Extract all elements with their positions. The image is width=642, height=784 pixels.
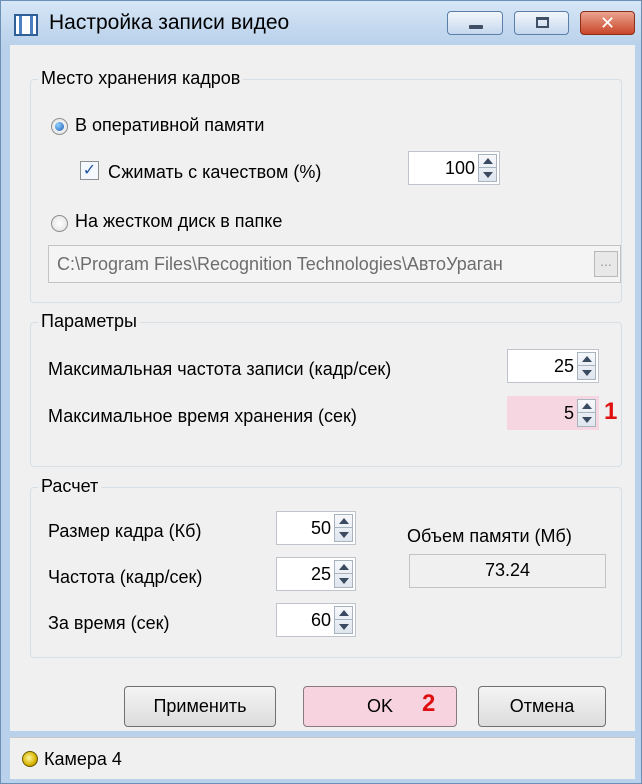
params-group: Параметры xyxy=(30,311,622,467)
browse-folder-button[interactable]: ... xyxy=(594,251,618,277)
camera-status-icon xyxy=(22,751,38,767)
title-bar[interactable]: Настройка записи видео ✕ xyxy=(1,1,641,45)
time-label: За время (сек) xyxy=(48,613,170,633)
spin-arrows-icon[interactable] xyxy=(334,606,353,634)
folder-path-value: C:\Program Files\Recognition Technologie… xyxy=(57,254,503,274)
storage-legend: Место хранения кадров xyxy=(38,68,244,89)
frame-size-value[interactable]: 50 xyxy=(311,518,331,539)
maximize-icon xyxy=(536,17,549,28)
compress-quality-value[interactable]: 100 xyxy=(445,158,475,179)
ram-radio[interactable] xyxy=(51,118,68,135)
memory-value: 73.24 xyxy=(409,554,606,588)
max-time-spinner[interactable]: 5 xyxy=(507,396,599,430)
time-value[interactable]: 60 xyxy=(311,610,331,631)
compress-label[interactable]: Сжимать с качеством (%) xyxy=(108,162,321,183)
close-icon: ✕ xyxy=(599,13,616,33)
minimize-icon xyxy=(469,25,483,29)
window-title: Настройка записи видео xyxy=(49,11,290,34)
settings-window: Настройка записи видео ✕ Место хранения … xyxy=(0,0,642,784)
compress-quality-spinner[interactable]: 100 xyxy=(408,151,500,185)
app-icon xyxy=(14,14,38,36)
spin-arrows-icon[interactable] xyxy=(577,399,596,427)
memory-label: Объем памяти (Мб) xyxy=(407,526,572,546)
frame-size-spinner[interactable]: 50 xyxy=(276,511,356,545)
time-spinner[interactable]: 60 xyxy=(276,603,356,637)
disk-label[interactable]: На жестком диск в папке xyxy=(75,211,282,232)
rate-label: Частота (кадр/сек) xyxy=(48,567,203,587)
spin-arrows-icon[interactable] xyxy=(577,352,596,380)
status-bar: Камера 4 xyxy=(10,737,635,779)
annotation-marker-2: 2 xyxy=(422,690,436,717)
spin-arrows-icon[interactable] xyxy=(478,154,497,182)
maximize-button[interactable] xyxy=(514,11,569,35)
calc-legend: Расчет xyxy=(38,476,102,497)
apply-button[interactable]: Применить xyxy=(124,686,276,727)
dialog-body: Место хранения кадров В оперативной памя… xyxy=(10,45,635,731)
compress-checkbox[interactable]: ✓ xyxy=(80,161,99,180)
max-time-value[interactable]: 5 xyxy=(564,403,574,424)
camera-status-text: Камера 4 xyxy=(44,749,122,769)
rate-value[interactable]: 25 xyxy=(311,564,331,585)
close-button[interactable]: ✕ xyxy=(580,11,635,35)
max-rate-spinner[interactable]: 25 xyxy=(507,349,599,383)
params-legend: Параметры xyxy=(38,311,140,332)
spin-arrows-icon[interactable] xyxy=(334,560,353,588)
spin-arrows-icon[interactable] xyxy=(334,514,353,542)
annotation-marker-1: 1 xyxy=(604,398,618,425)
minimize-button[interactable] xyxy=(447,11,503,35)
rate-spinner[interactable]: 25 xyxy=(276,557,356,591)
max-time-label: Максимальное время хранения (сек) xyxy=(48,406,357,426)
cancel-button[interactable]: Отмена xyxy=(478,686,606,727)
max-rate-value[interactable]: 25 xyxy=(554,356,574,377)
ram-label[interactable]: В оперативной памяти xyxy=(75,115,264,136)
folder-path-field[interactable]: C:\Program Files\Recognition Technologie… xyxy=(48,245,621,283)
max-rate-label: Максимальная частота записи (кадр/сек) xyxy=(48,359,392,379)
disk-radio[interactable] xyxy=(51,215,68,232)
frame-size-label: Размер кадра (Кб) xyxy=(48,521,202,541)
